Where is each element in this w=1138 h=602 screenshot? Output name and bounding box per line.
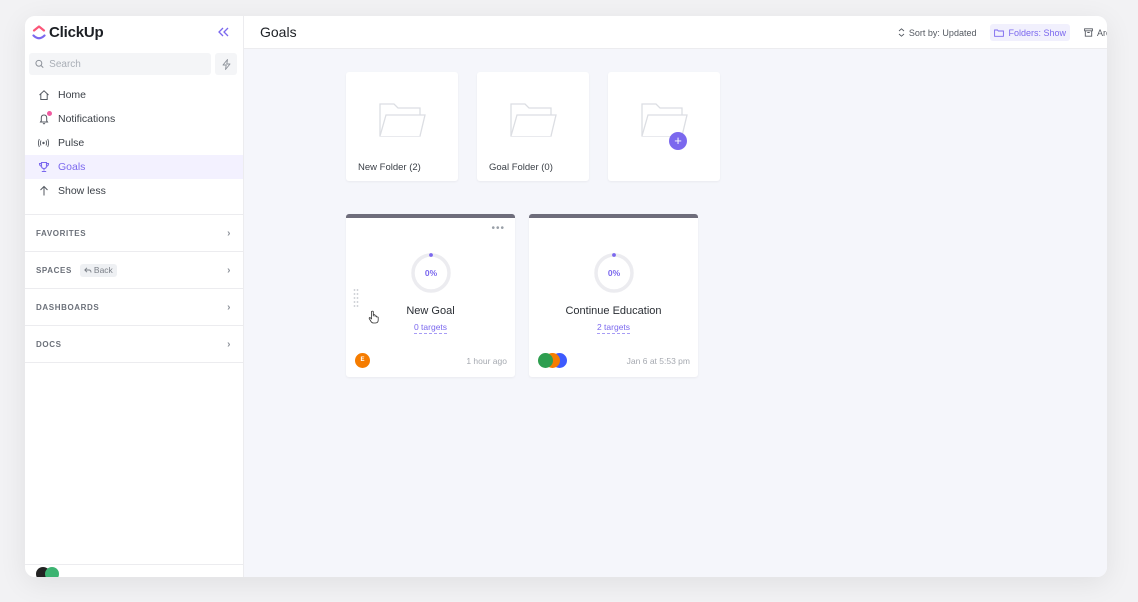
section-label: DASHBOARDS [36, 302, 100, 312]
search-icon [35, 59, 44, 69]
sidebar: ClickUp Search Home Notifications Pulse … [25, 16, 244, 577]
chevron-right-icon: › [227, 227, 231, 239]
sidebar-item-label: Notifications [58, 113, 116, 125]
double-chevron-left-icon [217, 27, 228, 37]
header: Goals Sort by: Updated Folders: Show Arc… [244, 16, 1107, 49]
goal-updated-time: 1 hour ago [466, 356, 507, 366]
folder-icon [379, 103, 426, 137]
sidebar-item-goals[interactable]: Goals [25, 155, 243, 179]
chevron-right-icon: › [227, 264, 231, 276]
goal-name: Continue Education [565, 305, 662, 317]
avatar [538, 353, 553, 368]
back-arrow-icon [84, 266, 92, 273]
quick-action-button[interactable] [215, 53, 237, 75]
page-title: Goals [260, 24, 297, 40]
folders-label: Folders: Show [1008, 27, 1066, 38]
header-actions: Sort by: Updated Folders: Show Archived [894, 16, 1107, 49]
chevron-right-icon: › [227, 338, 231, 350]
sidebar-item-label: Show less [58, 185, 106, 197]
section-spaces[interactable]: SPACES Back › [25, 252, 243, 289]
folder-icon [994, 29, 1005, 37]
goal-card[interactable]: 0% Continue Education 2 targets Jan 6 at… [529, 214, 698, 377]
section-favorites[interactable]: FAVORITES › [25, 215, 243, 252]
more-options-icon[interactable]: ••• [491, 224, 505, 234]
archive-icon [1084, 28, 1093, 37]
arrow-up-icon [37, 185, 50, 198]
user-avatars[interactable] [36, 567, 59, 577]
bolt-icon [222, 58, 230, 70]
sort-button[interactable]: Sort by: Updated [894, 24, 981, 41]
goal-card[interactable]: ••• 0% New Goal 0 targets E 1 hour ago [346, 214, 515, 377]
sidebar-item-label: Pulse [58, 137, 85, 149]
back-button[interactable]: Back [79, 263, 117, 277]
sidebar-item-notifications[interactable]: Notifications [25, 107, 243, 131]
main-content: Goals Sort by: Updated Folders: Show Arc… [244, 16, 1107, 577]
chevron-right-icon: › [227, 301, 231, 313]
sidebar-nav: Home Notifications Pulse Goals Show less [25, 83, 243, 203]
folder-label: Goal Folder (0) [489, 162, 553, 173]
sidebar-item-label: Goals [58, 161, 86, 173]
goal-updated-time: Jan 6 at 5:53 pm [626, 356, 690, 366]
folders-toggle-button[interactable]: Folders: Show [990, 24, 1070, 41]
brand: ClickUp [25, 16, 243, 49]
search-box[interactable] [29, 53, 211, 75]
search-input[interactable] [49, 58, 205, 70]
sidebar-item-show-less[interactable]: Show less [25, 179, 243, 203]
goal-percent: 0% [607, 268, 621, 278]
trophy-icon [37, 161, 50, 174]
archived-button[interactable]: Archived [1080, 24, 1107, 41]
goal-percent: 0% [424, 268, 438, 278]
add-folder-card[interactable]: + [608, 72, 720, 181]
folder-label: New Folder (2) [358, 162, 421, 173]
sidebar-item-home[interactable]: Home [25, 83, 243, 107]
sidebar-item-label: Home [58, 89, 87, 101]
sidebar-sections: FAVORITES › SPACES Back › DASHBOARDS › D… [25, 214, 243, 363]
drag-handle-icon[interactable] [353, 288, 359, 310]
sidebar-footer [25, 564, 243, 577]
sort-icon [898, 28, 905, 37]
archived-label: Archived [1097, 27, 1107, 38]
plus-icon: + [669, 132, 687, 150]
sidebar-item-pulse[interactable]: Pulse [25, 131, 243, 155]
search-row [25, 49, 243, 75]
folder-icon [510, 103, 557, 137]
section-docs[interactable]: DOCS › [25, 326, 243, 363]
collapse-sidebar-button[interactable] [215, 24, 231, 40]
home-icon [37, 89, 50, 102]
goal-targets-link[interactable]: 2 targets [529, 322, 698, 334]
app-window: ClickUp Search Home Notifications Pulse … [25, 16, 1107, 577]
back-label: Back [93, 265, 113, 275]
goal-targets: 2 targets [596, 322, 631, 334]
folder-card[interactable]: New Folder (2) [346, 72, 458, 181]
folder-card[interactable]: Goal Folder (0) [477, 72, 589, 181]
section-label: FAVORITES [36, 228, 87, 238]
section-dashboards[interactable]: DASHBOARDS › [25, 289, 243, 326]
avatar: E [355, 353, 370, 368]
section-label: SPACES [36, 265, 72, 275]
sort-label: Sort by: Updated [908, 27, 977, 38]
goal-targets: 0 targets [413, 322, 448, 334]
brand-name: ClickUp [49, 24, 104, 41]
notification-badge [46, 109, 53, 117]
avatar [45, 567, 59, 577]
hand-cursor-icon [368, 310, 379, 324]
clickup-logo-icon [32, 24, 46, 39]
section-label: DOCS [36, 339, 62, 349]
bell-icon [37, 109, 53, 126]
pulse-icon [37, 137, 50, 150]
